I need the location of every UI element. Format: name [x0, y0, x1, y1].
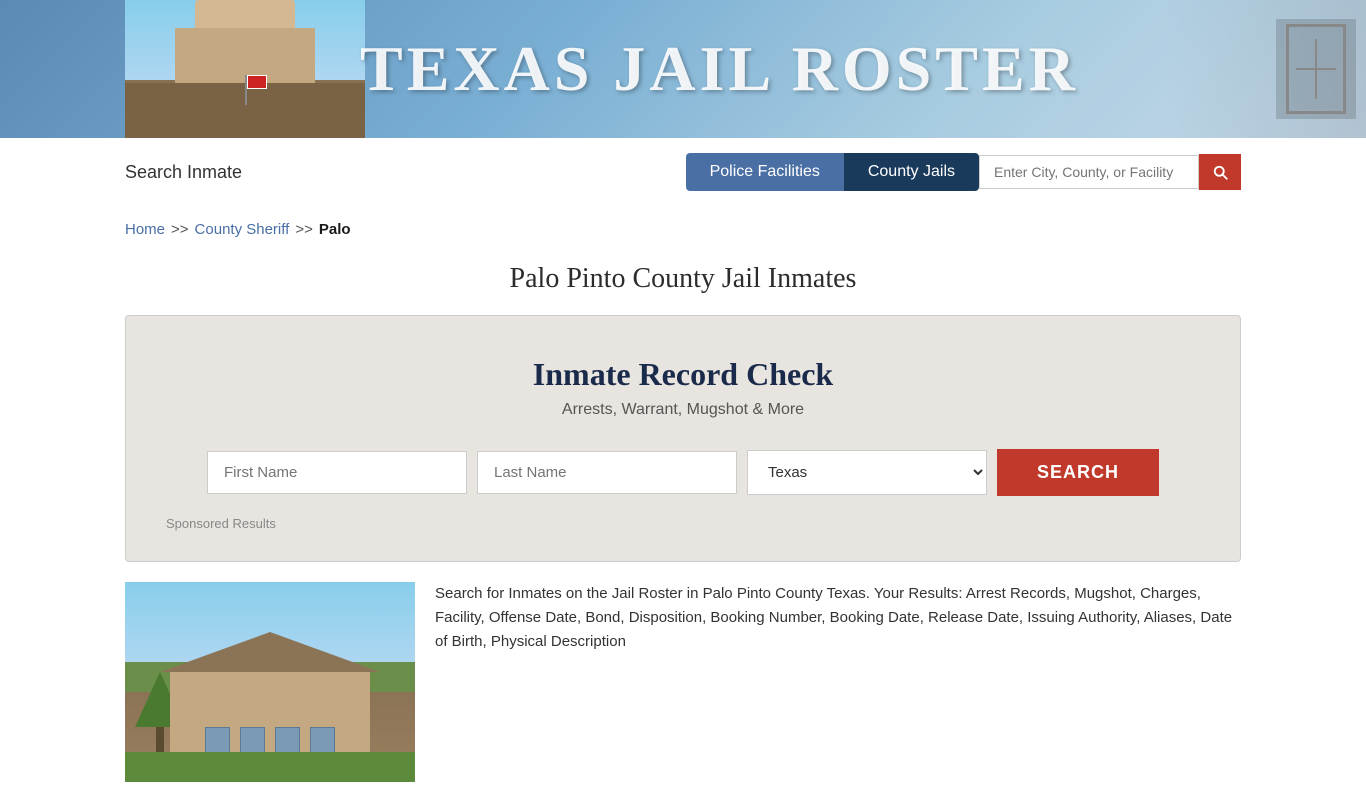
breadcrumb: Home >> County Sheriff >> Palo: [0, 206, 1366, 253]
page-title: Palo Pinto County Jail Inmates: [0, 263, 1366, 295]
record-check-title: Inmate Record Check: [166, 356, 1200, 393]
breadcrumb-county-sheriff[interactable]: County Sheriff: [195, 221, 290, 238]
record-check-section: Inmate Record Check Arrests, Warrant, Mu…: [125, 315, 1241, 562]
header-banner: Texas Jail Roster: [0, 0, 1366, 138]
state-select[interactable]: AlabamaAlaskaArizonaArkansasCaliforniaCo…: [747, 450, 987, 495]
breadcrumb-home[interactable]: Home: [125, 221, 165, 238]
breadcrumb-current: Palo: [319, 221, 351, 238]
capitol-image: [125, 0, 365, 138]
record-check-subtitle: Arrests, Warrant, Mugshot & More: [166, 401, 1200, 419]
navbar: Search Inmate Police Facilities County J…: [0, 138, 1366, 206]
inmate-search-form: AlabamaAlaskaArizonaArkansasCaliforniaCo…: [166, 449, 1200, 496]
description-text: Search for Inmates on the Jail Roster in…: [435, 582, 1241, 654]
search-icon: [1211, 163, 1229, 181]
county-jails-button[interactable]: County Jails: [844, 153, 979, 191]
keys-decoration: [1166, 0, 1366, 138]
breadcrumb-separator-2: >>: [295, 221, 313, 238]
last-name-input[interactable]: [477, 451, 737, 494]
first-name-input[interactable]: [207, 451, 467, 494]
breadcrumb-separator-1: >>: [171, 221, 189, 238]
search-inmate-label: Search Inmate: [125, 162, 242, 183]
page-title-area: Palo Pinto County Jail Inmates: [0, 253, 1366, 315]
sponsored-label: Sponsored Results: [166, 516, 1200, 531]
police-facilities-button[interactable]: Police Facilities: [686, 153, 844, 191]
header-search-button[interactable]: [1199, 154, 1241, 190]
bottom-section: Search for Inmates on the Jail Roster in…: [0, 562, 1366, 802]
building-image: [125, 582, 415, 782]
site-title: Texas Jail Roster: [360, 32, 1079, 106]
facility-search-input[interactable]: [979, 155, 1199, 189]
nav-right: Police Facilities County Jails: [686, 153, 1241, 191]
search-form-button[interactable]: SEARCH: [997, 449, 1159, 496]
